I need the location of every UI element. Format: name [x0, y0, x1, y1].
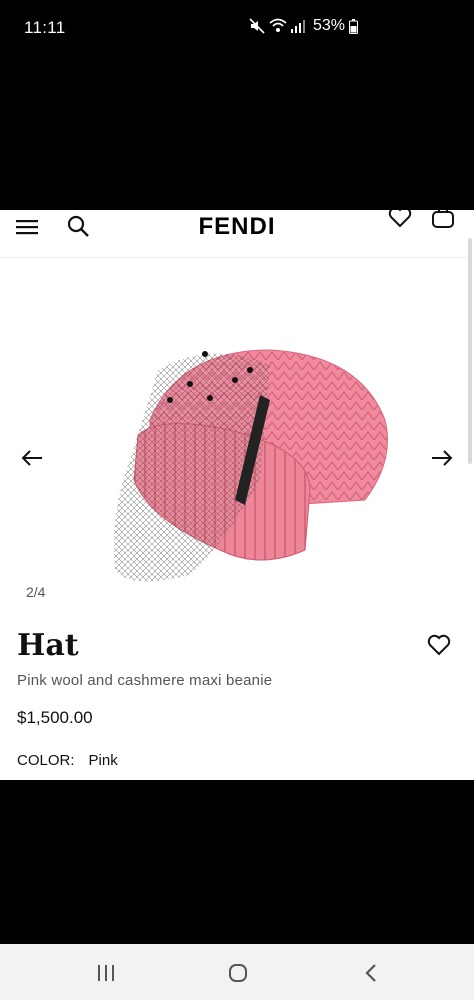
status-bar: 11:11 53% — [0, 0, 474, 58]
bottom-black-area — [0, 780, 474, 944]
color-selector[interactable]: COLOR: Pink — [17, 752, 118, 769]
mute-icon — [249, 18, 265, 34]
home-icon[interactable] — [228, 963, 248, 983]
back-icon[interactable] — [364, 962, 378, 984]
wishlist-heart-icon[interactable] — [388, 210, 412, 228]
product-title: Hat — [17, 628, 79, 663]
product-description: Pink wool and cashmere maxi beanie — [17, 672, 273, 689]
color-value: Pink — [88, 752, 118, 769]
system-nav-bar — [0, 944, 474, 1000]
site-header: FENDI — [0, 210, 474, 258]
battery-percent: 53% — [312, 17, 345, 34]
battery-icon — [349, 18, 358, 34]
product-page: FENDI 2/4 Hat Pink wool and cashmere max… — [0, 210, 474, 780]
product-gallery: 2/4 — [0, 300, 474, 600]
recent-apps-icon[interactable] — [96, 964, 116, 982]
product-price: $1,500.00 — [17, 708, 93, 727]
arrow-right-icon[interactable] — [430, 448, 454, 468]
product-image-beanie[interactable] — [110, 340, 400, 590]
shopping-bag-icon[interactable] — [431, 210, 455, 230]
top-black-area — [0, 58, 474, 210]
signal-icon — [290, 20, 305, 33]
color-label: COLOR: — [17, 752, 75, 769]
gallery-counter: 2/4 — [26, 584, 46, 600]
status-icons: 53% — [249, 17, 358, 35]
favorite-heart-icon[interactable] — [427, 634, 451, 656]
status-time: 11:11 — [24, 18, 66, 37]
arrow-left-icon[interactable] — [20, 448, 44, 468]
wifi-icon — [269, 18, 287, 32]
